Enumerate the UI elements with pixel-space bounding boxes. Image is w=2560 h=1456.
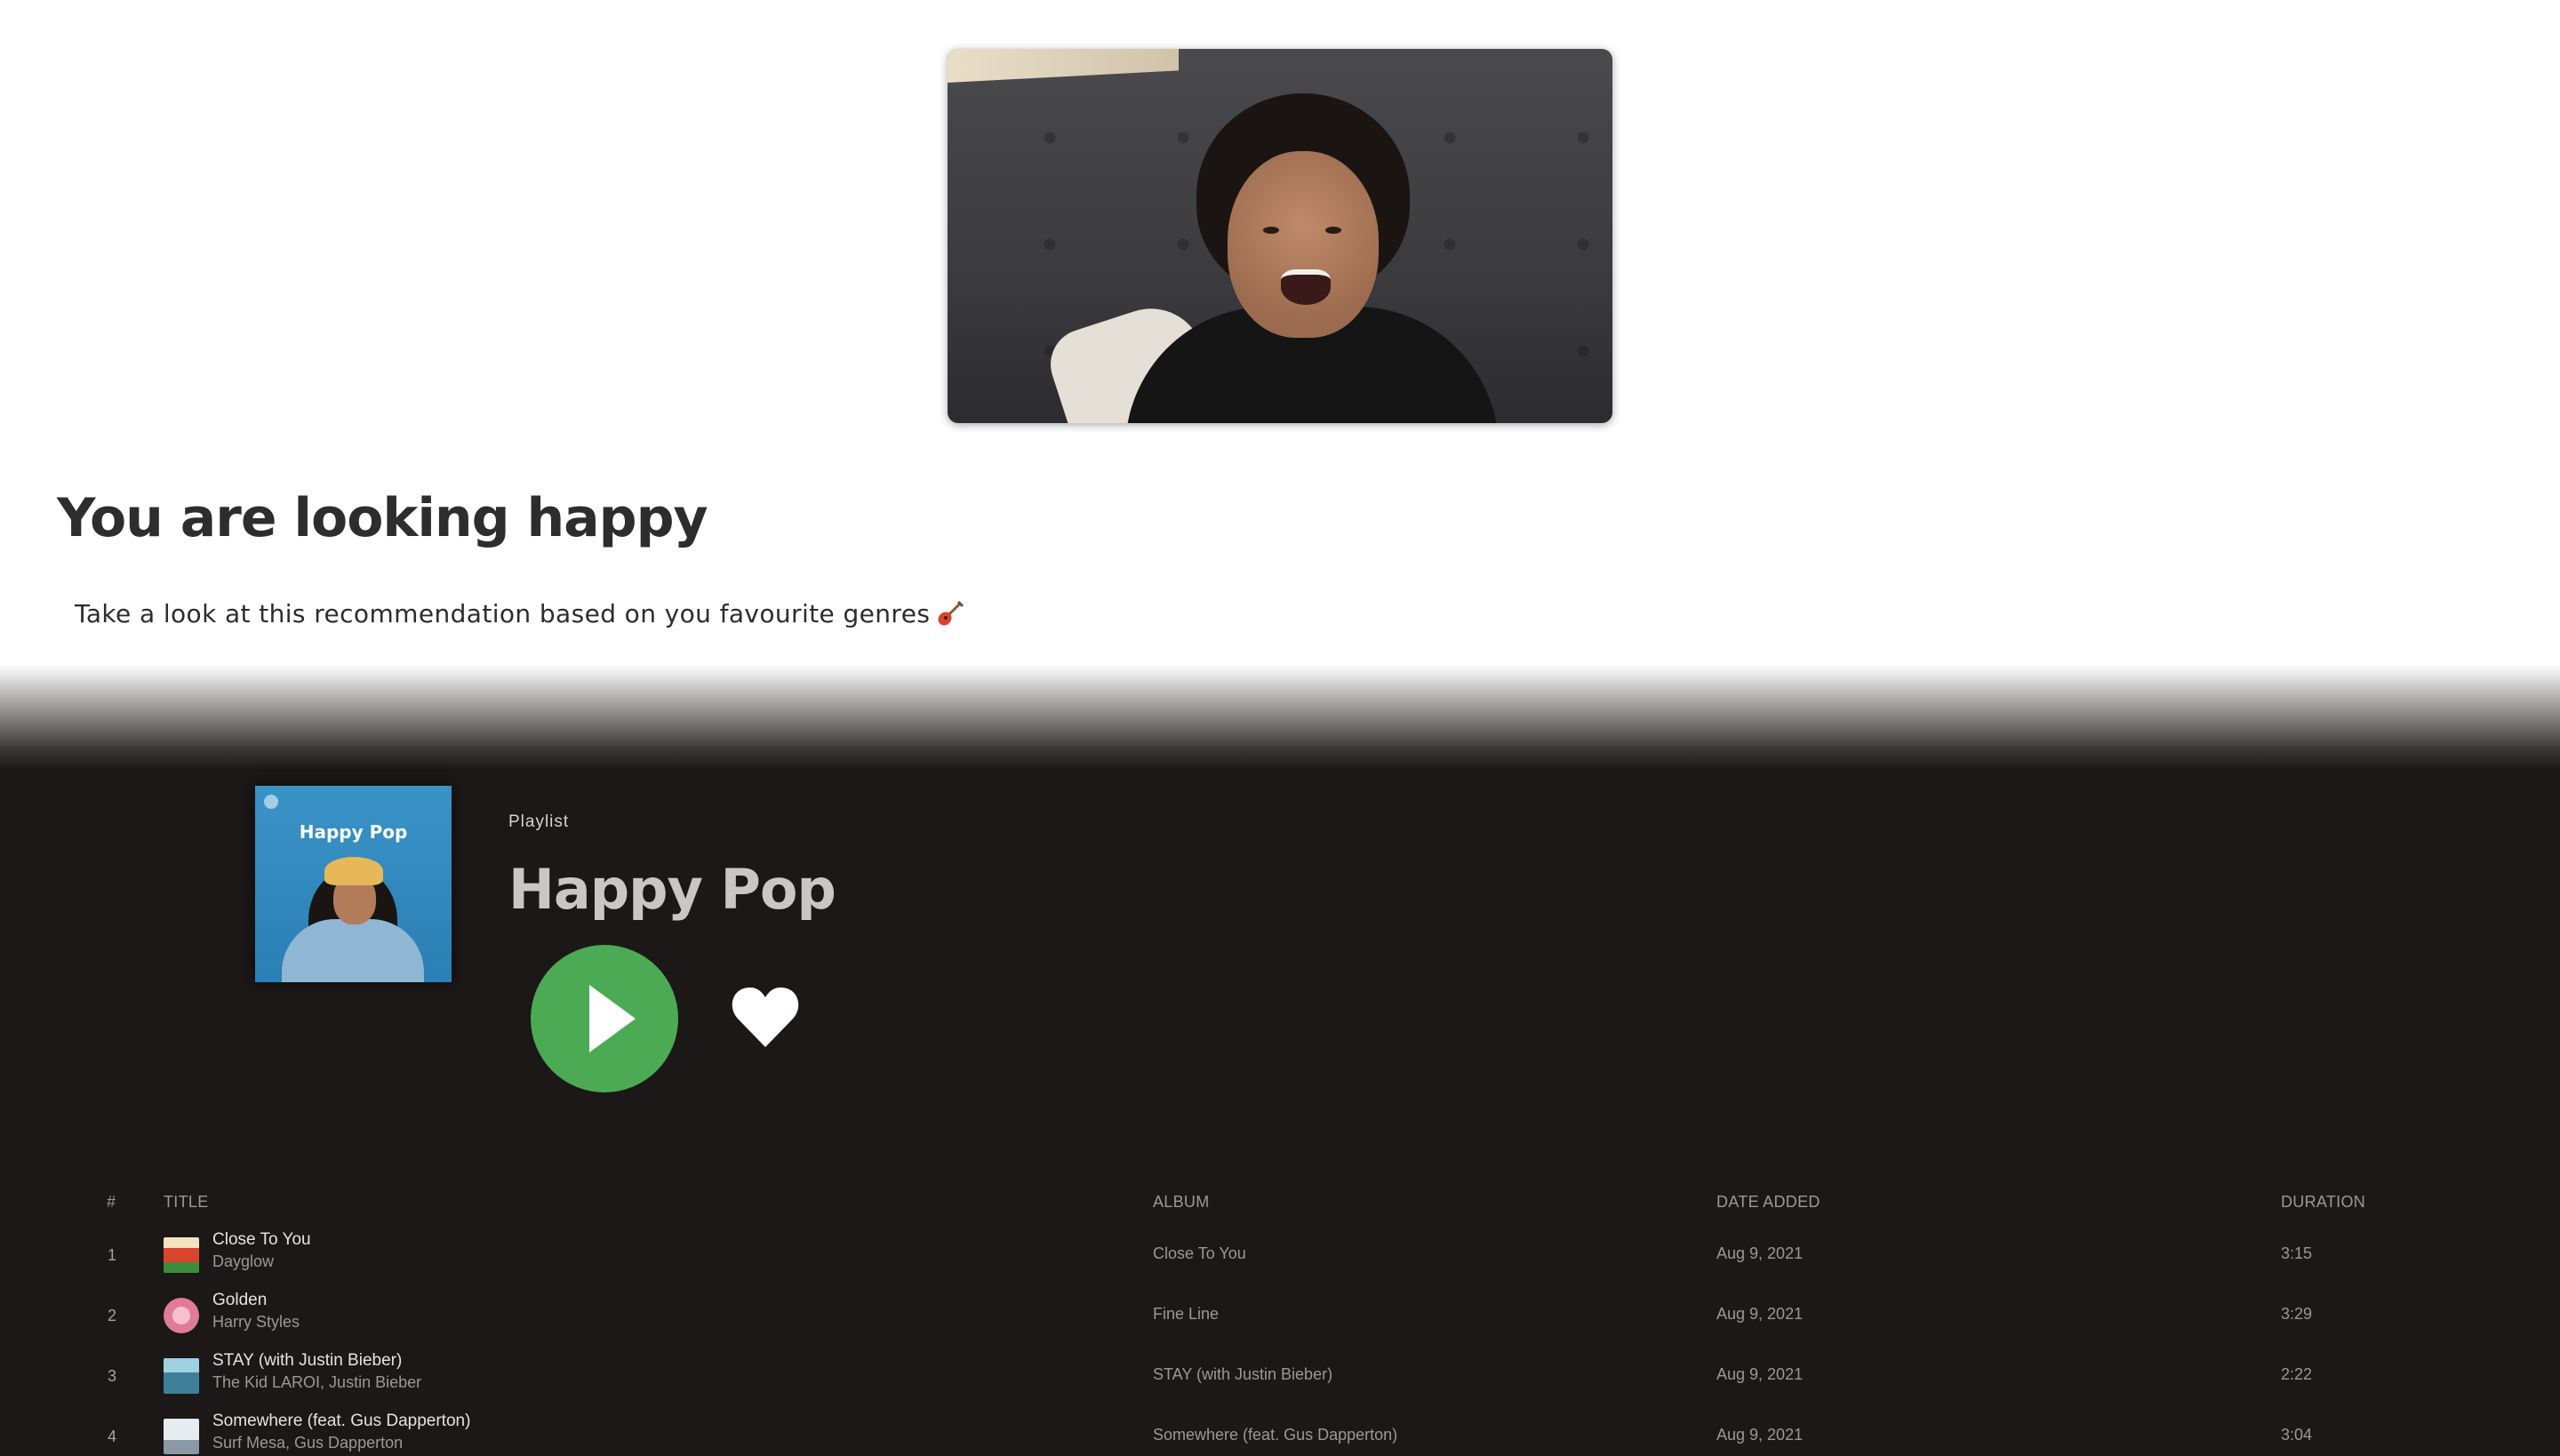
mood-subtext-label: Take a look at this recommendation based…	[75, 599, 931, 628]
mood-headline: You are looking happy	[57, 487, 708, 549]
playlist-type-label: Playlist	[508, 812, 570, 831]
track-album[interactable]: STAY (with Justin Bieber)	[1153, 1365, 1332, 1384]
track-number: 3	[108, 1367, 117, 1385]
track-date-added: Aug 9, 2021	[1716, 1426, 1804, 1444]
like-button[interactable]	[731, 985, 800, 1049]
track-duration: 2:22	[2281, 1365, 2313, 1383]
track-title[interactable]: Close To You	[212, 1230, 311, 1250]
webcam-video	[948, 49, 1612, 423]
webcam-person-eye	[1325, 227, 1341, 234]
album-art	[164, 1419, 199, 1454]
column-header-duration[interactable]: DURATION	[2281, 1193, 2365, 1212]
column-header-date-added[interactable]: DATE ADDED	[1716, 1193, 1820, 1212]
track-artist[interactable]: The Kid LAROI, Justin Bieber	[212, 1373, 421, 1392]
track-row[interactable]: 4 Somewhere (feat. Gus Dapperton) Surf M…	[0, 1412, 2560, 1456]
webcam-person-eye	[1263, 227, 1279, 234]
track-number: 1	[108, 1246, 117, 1264]
track-artist[interactable]: Harry Styles	[212, 1313, 300, 1332]
track-title[interactable]: Golden	[212, 1291, 267, 1310]
track-number: 4	[108, 1428, 117, 1445]
playlist-cover[interactable]: Happy Pop	[255, 786, 452, 982]
webcam-person-mouth	[1281, 269, 1331, 305]
album-art	[164, 1237, 199, 1273]
track-album[interactable]: Close To You	[1153, 1244, 1246, 1263]
column-header-album[interactable]: ALBUM	[1153, 1193, 1210, 1212]
cover-title: Happy Pop	[299, 821, 408, 843]
track-date-added: Aug 9, 2021	[1716, 1244, 1804, 1262]
play-button[interactable]	[531, 945, 678, 1092]
track-album[interactable]: Fine Line	[1153, 1305, 1219, 1324]
column-header-number: #	[107, 1193, 116, 1211]
track-artist[interactable]: Surf Mesa, Gus Dapperton	[212, 1434, 403, 1452]
track-row[interactable]: 3 STAY (with Justin Bieber) The Kid LARO…	[0, 1351, 2560, 1404]
play-icon	[589, 985, 636, 1052]
column-header-title[interactable]: TITLE	[164, 1193, 209, 1212]
track-number: 2	[108, 1307, 117, 1324]
track-artist[interactable]: Dayglow	[212, 1252, 274, 1271]
webcam-person-face	[1228, 151, 1379, 338]
track-date-added: Aug 9, 2021	[1716, 1365, 1804, 1383]
guitar-icon	[937, 599, 964, 628]
track-title[interactable]: Somewhere (feat. Gus Dapperton)	[212, 1412, 470, 1431]
track-duration: 3:29	[2281, 1305, 2313, 1323]
album-art	[164, 1358, 199, 1394]
cover-person-body	[282, 919, 424, 982]
track-row[interactable]: 2 Golden Harry Styles Fine Line Aug 9, 2…	[0, 1291, 2560, 1344]
section-fade	[0, 665, 2560, 770]
track-title[interactable]: STAY (with Justin Bieber)	[212, 1351, 402, 1371]
track-date-added: Aug 9, 2021	[1716, 1305, 1804, 1323]
spotify-logo-icon	[264, 795, 278, 809]
mood-subtext: Take a look at this recommendation based…	[75, 599, 964, 628]
track-duration: 3:04	[2281, 1426, 2313, 1444]
track-duration: 3:15	[2281, 1244, 2313, 1262]
track-row[interactable]: 1 Close To You Dayglow Close To You Aug …	[0, 1230, 2560, 1284]
cover-person-hat	[324, 857, 383, 885]
playlist-title: Happy Pop	[508, 857, 836, 922]
track-album[interactable]: Somewhere (feat. Gus Dapperton)	[1153, 1426, 1397, 1444]
heart-icon	[732, 987, 799, 1047]
album-art	[164, 1298, 199, 1333]
